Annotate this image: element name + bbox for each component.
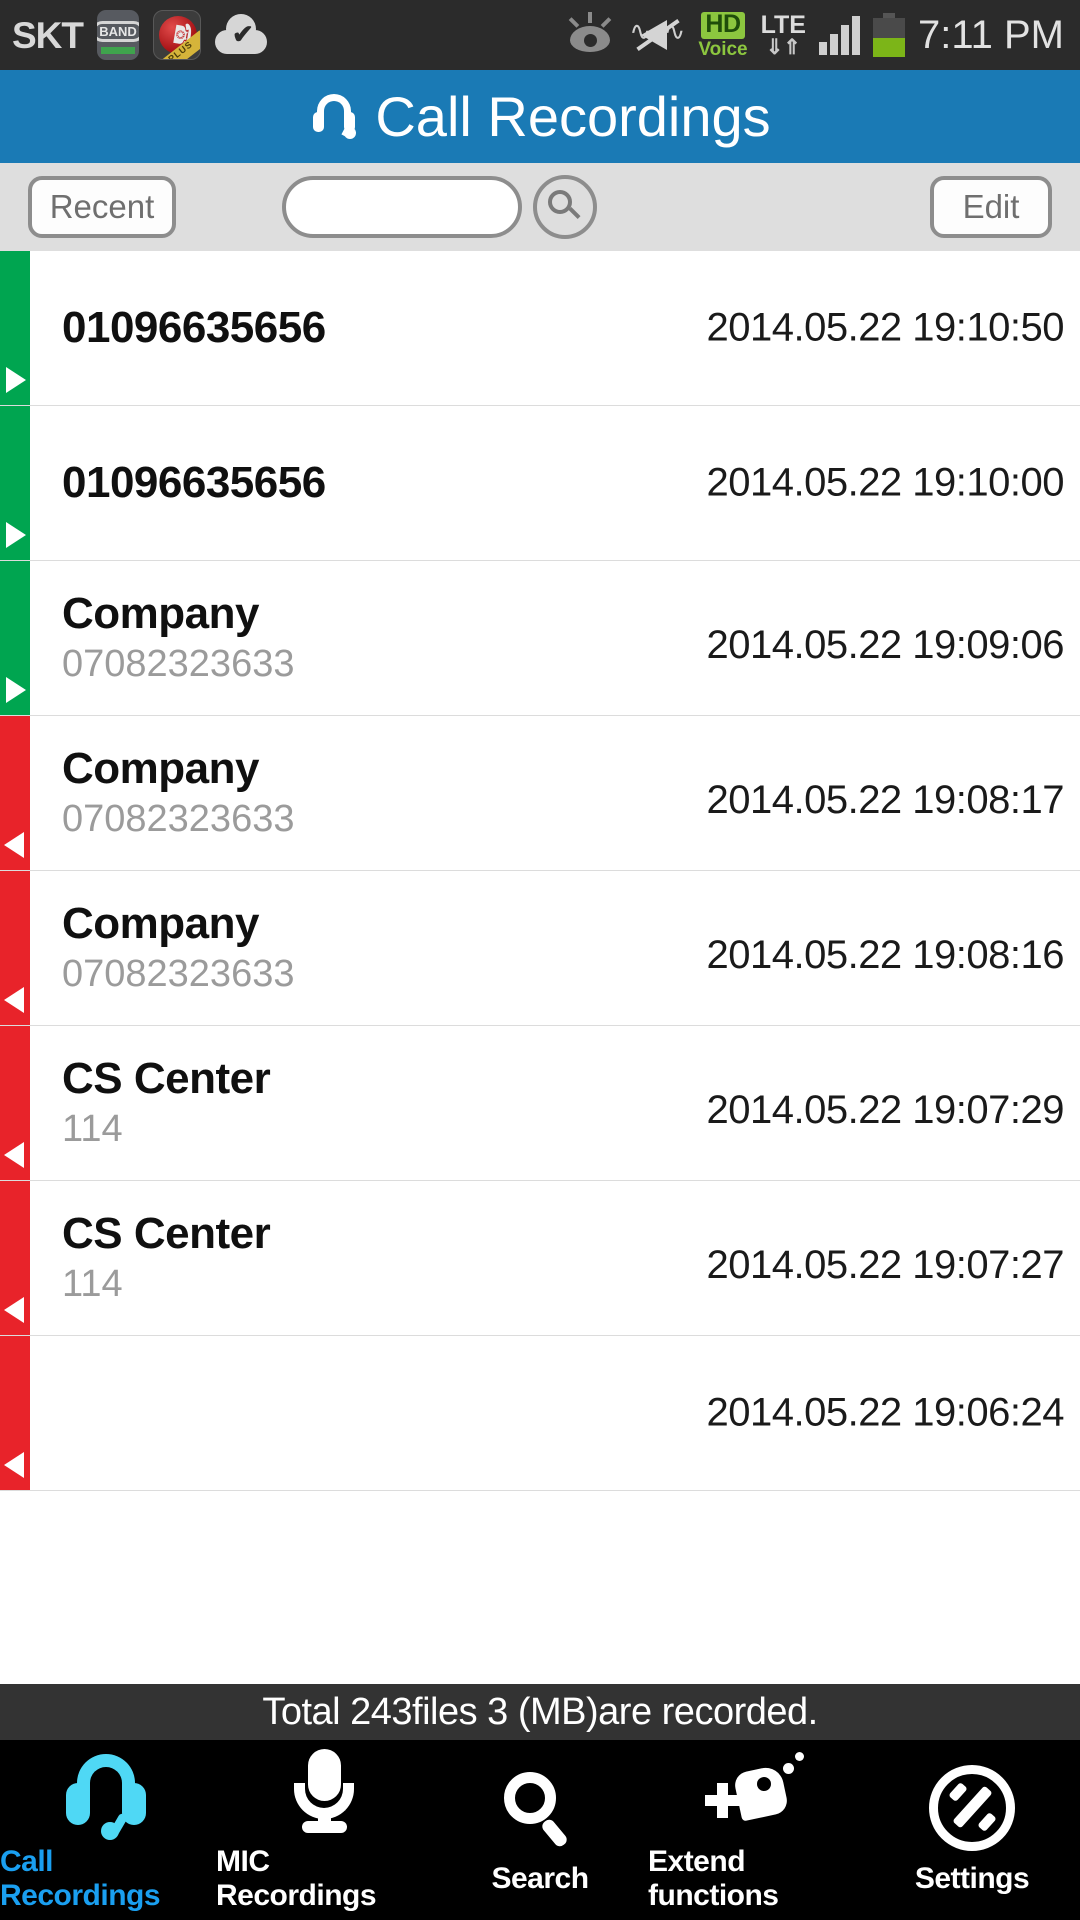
recording-row-name: CS Center (62, 1054, 271, 1104)
total-status-bar: Total 243files 3 (MB)are recorded. (0, 1684, 1080, 1740)
status-bar: SKT BAND ☎ PLUS ✔ ∿ ∿ HD Voice LTE ⇓⇑ 7:… (0, 0, 1080, 70)
outgoing-call-strip[interactable] (0, 251, 30, 405)
recording-row-number: 07082323633 (62, 953, 295, 996)
play-outgoing-icon (6, 367, 26, 393)
lte-arrows: ⇓⇑ (765, 35, 801, 59)
recording-row-text: Company 07082323633 (0, 588, 294, 688)
search-icon (502, 1764, 578, 1852)
outgoing-call-strip[interactable] (0, 406, 30, 560)
status-bar-left: SKT BAND ☎ PLUS ✔ (0, 10, 267, 60)
recording-row-name: 01096635656 (62, 303, 326, 353)
recording-row-name: Company (62, 899, 259, 949)
recording-row-text: CS Center 114 (0, 1208, 271, 1308)
status-bar-right: ∿ ∿ HD Voice LTE ⇓⇑ 7:11 PM (564, 0, 1064, 70)
recording-row[interactable]: Company 07082323633 2014.05.22 19:08:17 (0, 716, 1080, 871)
band-icon-bar (101, 47, 135, 54)
recording-row[interactable]: 01096635656 2014.05.22 19:10:00 (0, 406, 1080, 561)
band-icon: BAND (97, 10, 139, 60)
recording-row-date: 2014.05.22 19:08:16 (706, 933, 1064, 977)
recording-row-date: 2014.05.22 19:07:27 (706, 1243, 1064, 1287)
nav-item-settings[interactable]: Settings (864, 1740, 1080, 1920)
recording-row-text: 01096635656 (0, 302, 326, 353)
cloud-check-icon: ✔ (215, 14, 267, 56)
eye-icon (564, 12, 616, 58)
extend-icon (705, 1747, 807, 1835)
call-recorder-plus-icon: ☎ PLUS (153, 10, 201, 60)
magnifier-icon (548, 190, 582, 224)
nav-item-call-recordings[interactable]: Call Recordings (0, 1740, 216, 1920)
nav-label-extend-functions: Extend functions (648, 1845, 779, 1912)
recording-row-text: Company 07082323633 (0, 743, 294, 843)
mute-vibrate-icon: ∿ ∿ (629, 12, 685, 58)
play-outgoing-icon (6, 677, 26, 703)
recording-row[interactable]: CS Center 114 2014.05.22 19:07:29 (0, 1026, 1080, 1181)
recording-row-date: 2014.05.22 19:10:00 (706, 460, 1064, 505)
recordings-list[interactable]: 01096635656 2014.05.22 19:10:50 0109663565… (0, 251, 1080, 1920)
recording-row[interactable]: 01096635656 2014.05.22 19:10:50 (0, 251, 1080, 406)
recording-row-text: Company 07082323633 (0, 898, 294, 998)
recording-row[interactable]: CS Center 114 2014.05.22 19:07:27 (0, 1181, 1080, 1336)
search-input[interactable] (282, 176, 522, 238)
recording-row-text: 01096635656 (0, 457, 326, 508)
clock-label: 7:11 PM (918, 12, 1064, 57)
microphone-icon (284, 1747, 364, 1835)
recording-row-number: 07082323633 (62, 643, 295, 686)
recording-row[interactable]: Company 07082323633 2014.05.22 19:08:16 (0, 871, 1080, 1026)
recording-row-name: 01096635656 (62, 458, 326, 508)
play-incoming-icon (4, 1452, 24, 1478)
recent-button[interactable]: Recent (28, 176, 176, 238)
hd-voice-icon: HD Voice (698, 11, 748, 60)
recording-row-number: 07082323633 (62, 798, 295, 841)
wrench-icon (929, 1764, 1015, 1852)
search-button[interactable] (533, 175, 597, 239)
headset-icon (309, 93, 359, 140)
recording-row-name: Company (62, 589, 259, 639)
incoming-call-strip[interactable] (0, 1181, 30, 1335)
incoming-call-strip[interactable] (0, 871, 30, 1025)
recording-row-date: 2014.05.22 19:06:24 (706, 1390, 1064, 1435)
play-incoming-icon (4, 832, 24, 858)
nav-label-settings: Settings (914, 1862, 1030, 1895)
play-incoming-icon (4, 987, 24, 1013)
hd-label: HD (701, 11, 745, 39)
outgoing-call-strip[interactable] (0, 561, 30, 715)
lte-label: LTE (760, 10, 806, 39)
voice-label: Voice (698, 38, 748, 60)
recording-row-date: 2014.05.22 19:09:06 (706, 623, 1064, 667)
nav-label-mic-recordings: MIC Recordings (216, 1845, 377, 1912)
page-title: Call Recordings (375, 85, 771, 148)
recording-row-number: 114 (62, 1108, 123, 1151)
headset-icon (60, 1747, 156, 1840)
recording-row-text: CS Center 114 (0, 1053, 271, 1153)
recording-row-date: 2014.05.22 19:07:29 (706, 1088, 1064, 1132)
signal-icon (819, 15, 860, 55)
recording-row-name: Company (62, 744, 259, 794)
bottom-navigation: Call Recordings MIC Recordings Search Ex… (0, 1740, 1080, 1920)
recording-row[interactable]: 2014.05.22 19:06:24 (0, 1336, 1080, 1491)
nav-label-call-recordings: Call Recordings (0, 1845, 161, 1912)
play-outgoing-icon (6, 522, 26, 548)
total-status-text: Total 243files 3 (MB)are recorded. (262, 1690, 818, 1733)
toolbar: Recent Edit (0, 163, 1080, 251)
incoming-call-strip[interactable] (0, 1336, 30, 1490)
recording-row-date: 2014.05.22 19:08:17 (706, 778, 1064, 822)
carrier-label: SKT (12, 14, 84, 56)
nav-label-search: Search (491, 1862, 589, 1895)
incoming-call-strip[interactable] (0, 716, 30, 870)
recording-row-date: 2014.05.22 19:10:50 (706, 305, 1064, 350)
battery-icon (873, 13, 905, 57)
recording-row-name: CS Center (62, 1209, 271, 1259)
nav-item-extend-functions[interactable]: Extend functions (648, 1740, 864, 1920)
recording-row[interactable]: Company 07082323633 2014.05.22 19:09:06 (0, 561, 1080, 716)
play-incoming-icon (4, 1297, 24, 1323)
nav-item-mic-recordings[interactable]: MIC Recordings (216, 1740, 432, 1920)
edit-button[interactable]: Edit (930, 176, 1052, 238)
lte-data-icon: LTE ⇓⇑ (760, 10, 806, 59)
band-icon-label: BAND (97, 20, 139, 42)
recording-row-number: 114 (62, 1263, 123, 1306)
nav-item-search[interactable]: Search (432, 1740, 648, 1920)
play-incoming-icon (4, 1142, 24, 1168)
title-bar: Call Recordings (0, 70, 1080, 163)
incoming-call-strip[interactable] (0, 1026, 30, 1180)
